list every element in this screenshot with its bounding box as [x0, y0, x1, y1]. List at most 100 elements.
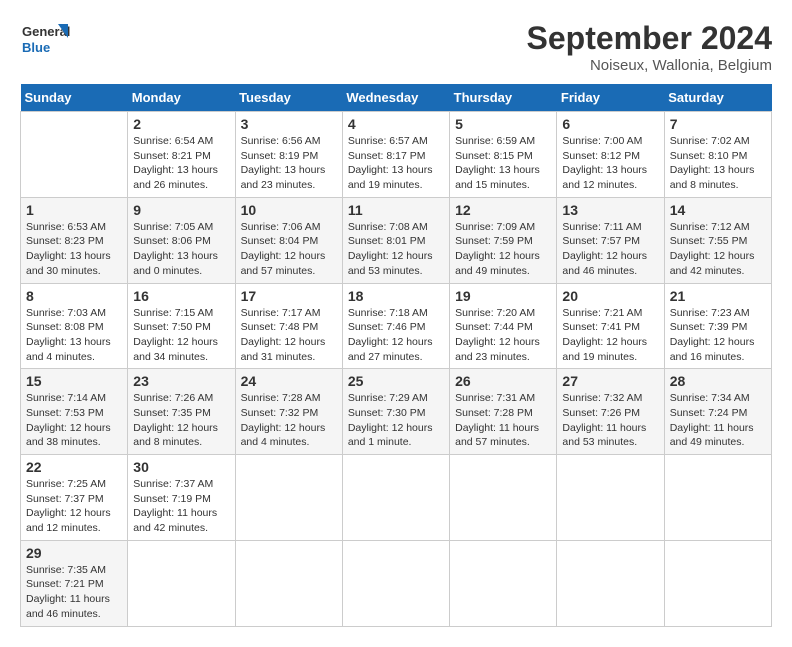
day-info: Sunrise: 7:03 AMSunset: 8:08 PMDaylight:… [26, 306, 122, 365]
day-info: Sunrise: 7:18 AMSunset: 7:46 PMDaylight:… [348, 306, 444, 365]
day-info: Sunrise: 7:15 AMSunset: 7:50 PMDaylight:… [133, 306, 229, 365]
calendar-cell: 28 Sunrise: 7:34 AMSunset: 7:24 PMDaylig… [664, 369, 771, 455]
day-info: Sunrise: 6:57 AMSunset: 8:17 PMDaylight:… [348, 134, 444, 193]
day-number: 15 [26, 373, 122, 389]
calendar-cell [128, 540, 235, 626]
day-header-wednesday: Wednesday [342, 84, 449, 112]
calendar-cell: 11 Sunrise: 7:08 AMSunset: 8:01 PMDaylig… [342, 197, 449, 283]
location: Noiseux, Wallonia, Belgium [527, 57, 772, 74]
day-number: 23 [133, 373, 229, 389]
calendar-cell: 4 Sunrise: 6:57 AMSunset: 8:17 PMDayligh… [342, 112, 449, 198]
calendar-cell: 15 Sunrise: 7:14 AMSunset: 7:53 PMDaylig… [21, 369, 128, 455]
calendar-cell [450, 540, 557, 626]
calendar-cell: 25 Sunrise: 7:29 AMSunset: 7:30 PMDaylig… [342, 369, 449, 455]
day-number: 21 [670, 288, 766, 304]
calendar-cell: 8 Sunrise: 7:03 AMSunset: 8:08 PMDayligh… [21, 283, 128, 369]
day-number: 7 [670, 116, 766, 132]
week-row-4: 22 Sunrise: 7:25 AMSunset: 7:37 PMDaylig… [21, 455, 772, 541]
calendar-table: SundayMondayTuesdayWednesdayThursdayFrid… [20, 84, 772, 627]
day-info: Sunrise: 7:00 AMSunset: 8:12 PMDaylight:… [562, 134, 658, 193]
day-number: 28 [670, 373, 766, 389]
calendar-cell [557, 455, 664, 541]
day-info: Sunrise: 6:53 AMSunset: 8:23 PMDaylight:… [26, 220, 122, 279]
day-number: 18 [348, 288, 444, 304]
day-info: Sunrise: 7:29 AMSunset: 7:30 PMDaylight:… [348, 391, 444, 450]
day-info: Sunrise: 7:34 AMSunset: 7:24 PMDaylight:… [670, 391, 766, 450]
calendar-cell [664, 540, 771, 626]
month-title: September 2024 [527, 20, 772, 57]
calendar-cell: 24 Sunrise: 7:28 AMSunset: 7:32 PMDaylig… [235, 369, 342, 455]
day-number: 8 [26, 288, 122, 304]
day-number: 26 [455, 373, 551, 389]
day-info: Sunrise: 7:37 AMSunset: 7:19 PMDaylight:… [133, 477, 229, 536]
calendar-cell [342, 455, 449, 541]
day-info: Sunrise: 7:31 AMSunset: 7:28 PMDaylight:… [455, 391, 551, 450]
day-info: Sunrise: 7:05 AMSunset: 8:06 PMDaylight:… [133, 220, 229, 279]
week-row-3: 15 Sunrise: 7:14 AMSunset: 7:53 PMDaylig… [21, 369, 772, 455]
calendar-cell: 21 Sunrise: 7:23 AMSunset: 7:39 PMDaylig… [664, 283, 771, 369]
day-header-tuesday: Tuesday [235, 84, 342, 112]
day-info: Sunrise: 6:59 AMSunset: 8:15 PMDaylight:… [455, 134, 551, 193]
day-number: 30 [133, 459, 229, 475]
day-info: Sunrise: 7:02 AMSunset: 8:10 PMDaylight:… [670, 134, 766, 193]
week-row-0: 2 Sunrise: 6:54 AMSunset: 8:21 PMDayligh… [21, 112, 772, 198]
day-info: Sunrise: 6:56 AMSunset: 8:19 PMDaylight:… [241, 134, 337, 193]
calendar-cell: 27 Sunrise: 7:32 AMSunset: 7:26 PMDaylig… [557, 369, 664, 455]
day-info: Sunrise: 7:26 AMSunset: 7:35 PMDaylight:… [133, 391, 229, 450]
day-info: Sunrise: 7:14 AMSunset: 7:53 PMDaylight:… [26, 391, 122, 450]
calendar-cell: 9 Sunrise: 7:05 AMSunset: 8:06 PMDayligh… [128, 197, 235, 283]
day-info: Sunrise: 7:23 AMSunset: 7:39 PMDaylight:… [670, 306, 766, 365]
day-number: 22 [26, 459, 122, 475]
calendar-cell: 22 Sunrise: 7:25 AMSunset: 7:37 PMDaylig… [21, 455, 128, 541]
calendar-cell: 30 Sunrise: 7:37 AMSunset: 7:19 PMDaylig… [128, 455, 235, 541]
day-number: 2 [133, 116, 229, 132]
calendar-cell [450, 455, 557, 541]
calendar-cell: 5 Sunrise: 6:59 AMSunset: 8:15 PMDayligh… [450, 112, 557, 198]
day-info: Sunrise: 6:54 AMSunset: 8:21 PMDaylight:… [133, 134, 229, 193]
day-info: Sunrise: 7:09 AMSunset: 7:59 PMDaylight:… [455, 220, 551, 279]
calendar-cell: 1 Sunrise: 6:53 AMSunset: 8:23 PMDayligh… [21, 197, 128, 283]
calendar-cell: 29 Sunrise: 7:35 AMSunset: 7:21 PMDaylig… [21, 540, 128, 626]
calendar-cell [235, 540, 342, 626]
calendar-cell: 14 Sunrise: 7:12 AMSunset: 7:55 PMDaylig… [664, 197, 771, 283]
day-header-sunday: Sunday [21, 84, 128, 112]
calendar-cell [21, 112, 128, 198]
calendar-cell: 6 Sunrise: 7:00 AMSunset: 8:12 PMDayligh… [557, 112, 664, 198]
day-info: Sunrise: 7:06 AMSunset: 8:04 PMDaylight:… [241, 220, 337, 279]
day-header-saturday: Saturday [664, 84, 771, 112]
day-info: Sunrise: 7:12 AMSunset: 7:55 PMDaylight:… [670, 220, 766, 279]
day-number: 24 [241, 373, 337, 389]
week-row-5: 29 Sunrise: 7:35 AMSunset: 7:21 PMDaylig… [21, 540, 772, 626]
week-row-2: 8 Sunrise: 7:03 AMSunset: 8:08 PMDayligh… [21, 283, 772, 369]
calendar-cell: 2 Sunrise: 6:54 AMSunset: 8:21 PMDayligh… [128, 112, 235, 198]
day-number: 3 [241, 116, 337, 132]
calendar-cell [235, 455, 342, 541]
day-number: 25 [348, 373, 444, 389]
day-header-thursday: Thursday [450, 84, 557, 112]
calendar-cell: 20 Sunrise: 7:21 AMSunset: 7:41 PMDaylig… [557, 283, 664, 369]
day-info: Sunrise: 7:11 AMSunset: 7:57 PMDaylight:… [562, 220, 658, 279]
calendar-cell [664, 455, 771, 541]
day-info: Sunrise: 7:21 AMSunset: 7:41 PMDaylight:… [562, 306, 658, 365]
day-number: 14 [670, 202, 766, 218]
day-number: 27 [562, 373, 658, 389]
calendar-cell: 19 Sunrise: 7:20 AMSunset: 7:44 PMDaylig… [450, 283, 557, 369]
day-number: 17 [241, 288, 337, 304]
calendar-cell: 7 Sunrise: 7:02 AMSunset: 8:10 PMDayligh… [664, 112, 771, 198]
calendar-cell: 12 Sunrise: 7:09 AMSunset: 7:59 PMDaylig… [450, 197, 557, 283]
page-header: General Blue September 2024 Noiseux, Wal… [20, 20, 772, 74]
day-number: 19 [455, 288, 551, 304]
day-number: 4 [348, 116, 444, 132]
day-number: 16 [133, 288, 229, 304]
day-number: 10 [241, 202, 337, 218]
day-info: Sunrise: 7:35 AMSunset: 7:21 PMDaylight:… [26, 563, 122, 622]
day-number: 29 [26, 545, 122, 561]
week-row-1: 1 Sunrise: 6:53 AMSunset: 8:23 PMDayligh… [21, 197, 772, 283]
day-info: Sunrise: 7:20 AMSunset: 7:44 PMDaylight:… [455, 306, 551, 365]
calendar-cell: 16 Sunrise: 7:15 AMSunset: 7:50 PMDaylig… [128, 283, 235, 369]
calendar-cell: 17 Sunrise: 7:17 AMSunset: 7:48 PMDaylig… [235, 283, 342, 369]
day-number: 1 [26, 202, 122, 218]
calendar-cell: 18 Sunrise: 7:18 AMSunset: 7:46 PMDaylig… [342, 283, 449, 369]
days-header-row: SundayMondayTuesdayWednesdayThursdayFrid… [21, 84, 772, 112]
calendar-cell: 3 Sunrise: 6:56 AMSunset: 8:19 PMDayligh… [235, 112, 342, 198]
